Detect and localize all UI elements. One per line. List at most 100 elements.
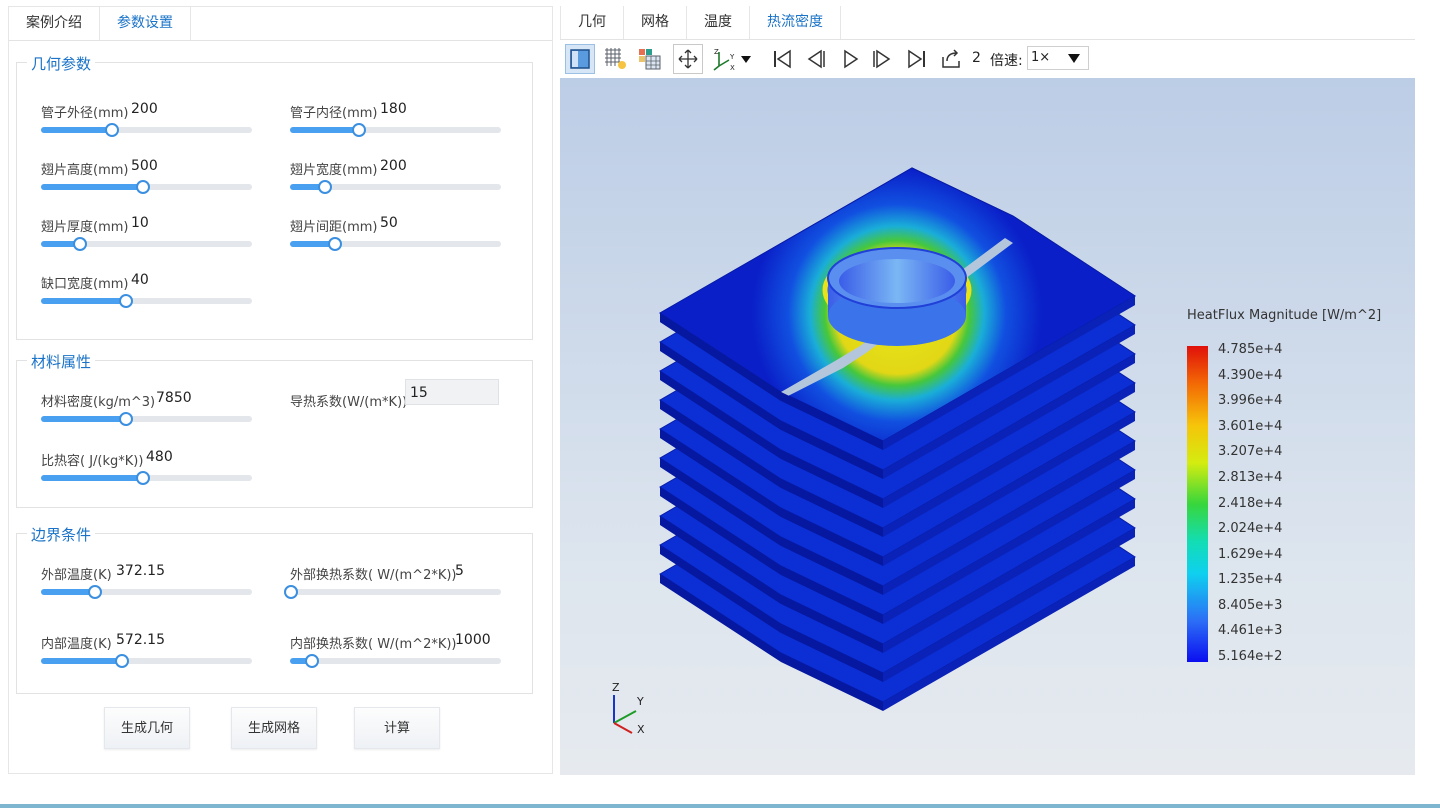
param-fin-spacing: 翅片间距(mm) 50 — [290, 215, 530, 262]
param-outer-htc: 外部换热系数( W/(m^2*K)) 5 — [284, 563, 530, 610]
generate-geometry-button[interactable]: 生成几何 — [104, 707, 190, 749]
material-group: 材料属性 材料密度(kg/m^3) 7850 导热系数(W/(m*K)) 15 … — [16, 351, 533, 508]
specific-heat-slider[interactable] — [41, 471, 252, 485]
mesh-colors-icon[interactable] — [634, 44, 664, 74]
export-icon[interactable] — [936, 44, 966, 74]
bottom-status-strip — [0, 804, 1440, 808]
compute-button[interactable]: 计算 — [354, 707, 440, 749]
slider-thumb[interactable] — [87, 585, 102, 599]
fin-tube-heat-flux-render — [659, 167, 1136, 712]
param-value: 200 — [131, 101, 158, 117]
tab-mesh[interactable]: 网格 — [624, 6, 687, 39]
tab-temperature[interactable]: 温度 — [687, 6, 750, 39]
axis-z-label: Z — [612, 681, 620, 694]
prev-frame-icon[interactable] — [800, 44, 830, 74]
param-fin-width: 翅片宽度(mm) 200 — [290, 158, 530, 205]
legend-tick-label: 4.390e+4 — [1218, 367, 1283, 383]
param-tube-outer-diameter: 管子外径(mm) 200 — [41, 101, 281, 148]
right-tab-bar: 几何 网格 温度 热流密度 — [560, 6, 1415, 40]
param-label: 管子外径(mm) — [41, 106, 129, 121]
fit-view-icon[interactable] — [673, 44, 703, 74]
slider-thumb[interactable] — [305, 654, 320, 668]
view-box-icon[interactable] — [565, 44, 595, 74]
density-slider[interactable] — [41, 412, 252, 426]
param-value: 372.15 — [116, 563, 165, 579]
thermal-conductivity-input[interactable]: 15 — [405, 379, 499, 405]
inner-temperature-slider[interactable] — [41, 654, 252, 668]
parameter-panel: 案例介绍 参数设置 几何参数 管子外径(mm) 200 管子内径(mm) 180… — [8, 6, 553, 774]
speed-select[interactable]: 1× — [1027, 46, 1089, 70]
generate-mesh-button[interactable]: 生成网格 — [231, 707, 317, 749]
viewer-toolbar: Z YX 2 倍速: 1× — [560, 40, 1415, 79]
slider-thumb[interactable] — [317, 180, 332, 194]
param-label: 材料密度(kg/m^3) — [41, 395, 156, 410]
notch-width-slider[interactable] — [41, 294, 252, 308]
param-inner-temperature: 内部温度(K) 572.15 — [41, 632, 281, 679]
param-specific-heat: 比热容( J/(kg*K)) 480 — [41, 449, 281, 496]
geometry-group: 几何参数 管子外径(mm) 200 管子内径(mm) 180 翅片高度(mm) … — [16, 53, 533, 340]
tube-outer-diameter-slider[interactable] — [41, 123, 252, 137]
param-value: 1000 — [455, 632, 491, 648]
play-icon[interactable] — [835, 44, 865, 74]
param-label: 翅片厚度(mm) — [41, 220, 129, 235]
boundary-group: 边界条件 外部温度(K) 372.15 外部换热系数( W/(m^2*K)) 5… — [16, 524, 533, 694]
tab-parameter-settings[interactable]: 参数设置 — [100, 7, 191, 40]
legend-tick-label: 3.601e+4 — [1218, 418, 1283, 434]
param-inner-htc: 内部换热系数( W/(m^2*K)) 1000 — [290, 632, 530, 679]
last-frame-icon[interactable] — [902, 44, 932, 74]
slider-thumb[interactable] — [72, 237, 87, 251]
legend-tick-label: 2.418e+4 — [1218, 495, 1283, 511]
result-panel: 几何 网格 温度 热流密度 ZYX 2 倍速: 1× HeatFlux Magn… — [560, 6, 1415, 775]
slider-thumb[interactable] — [136, 471, 151, 485]
slider-thumb[interactable] — [115, 654, 130, 668]
slider-thumb[interactable] — [328, 237, 343, 251]
next-frame-icon[interactable] — [868, 44, 898, 74]
slider-thumb[interactable] — [119, 412, 134, 426]
slider-thumb[interactable] — [119, 294, 134, 308]
fin-spacing-slider[interactable] — [290, 237, 501, 251]
tab-heat-flux[interactable]: 热流密度 — [750, 6, 841, 39]
legend-tick-label: 3.996e+4 — [1218, 393, 1283, 409]
param-density: 材料密度(kg/m^3) 7850 — [41, 390, 281, 437]
param-notch-width: 缺口宽度(mm) 40 — [41, 272, 281, 319]
slider-thumb[interactable] — [351, 123, 366, 137]
param-outer-temperature: 外部温度(K) 372.15 — [41, 563, 281, 610]
param-value: 10 — [131, 215, 149, 231]
boundary-group-title: 边界条件 — [27, 524, 96, 545]
tab-geometry[interactable]: 几何 — [560, 6, 624, 39]
param-value: 200 — [380, 158, 407, 174]
axes-dropdown-icon[interactable]: Z YX — [710, 44, 756, 74]
param-value: 40 — [131, 272, 149, 288]
outer-htc-slider[interactable] — [284, 585, 501, 599]
speed-label: 倍速: — [990, 53, 1023, 69]
axis-x-label: X — [637, 723, 645, 736]
param-label: 内部温度(K) — [41, 637, 112, 652]
legend-tick-label: 1.629e+4 — [1218, 546, 1283, 562]
slider-thumb[interactable] — [284, 585, 298, 599]
3d-viewport[interactable]: HeatFlux Magnitude [W/m^2] 4.785e+4 4.390… — [560, 78, 1415, 775]
param-label: 管子内径(mm) — [290, 106, 378, 121]
param-fin-height: 翅片高度(mm) 500 — [41, 158, 281, 205]
slider-thumb[interactable] — [136, 180, 151, 194]
legend-tick-label: 4.785e+4 — [1218, 342, 1283, 357]
param-value: 500 — [131, 158, 158, 174]
grid-light-icon[interactable] — [600, 44, 630, 74]
slider-thumb[interactable] — [104, 123, 119, 137]
fin-width-slider[interactable] — [290, 180, 501, 194]
legend-tick-label: 5.164e+2 — [1218, 649, 1283, 664]
param-label: 翅片高度(mm) — [41, 163, 129, 178]
tab-case-intro[interactable]: 案例介绍 — [9, 7, 100, 40]
svg-text:X: X — [730, 64, 735, 72]
color-scale-bar — [1187, 346, 1208, 662]
fin-height-slider[interactable] — [41, 180, 252, 194]
first-frame-icon[interactable] — [767, 44, 797, 74]
legend-tick-label: 2.813e+4 — [1218, 469, 1283, 485]
param-label: 导热系数(W/(m*K)) — [290, 395, 408, 410]
tube-inner-diameter-slider[interactable] — [290, 123, 501, 137]
legend-tick-label: 2.024e+4 — [1218, 521, 1283, 537]
legend-tick-label: 4.461e+3 — [1218, 623, 1283, 639]
frame-number: 2 — [972, 50, 981, 66]
fin-thickness-slider[interactable] — [41, 237, 252, 251]
outer-temperature-slider[interactable] — [41, 585, 252, 599]
inner-htc-slider[interactable] — [290, 654, 501, 668]
